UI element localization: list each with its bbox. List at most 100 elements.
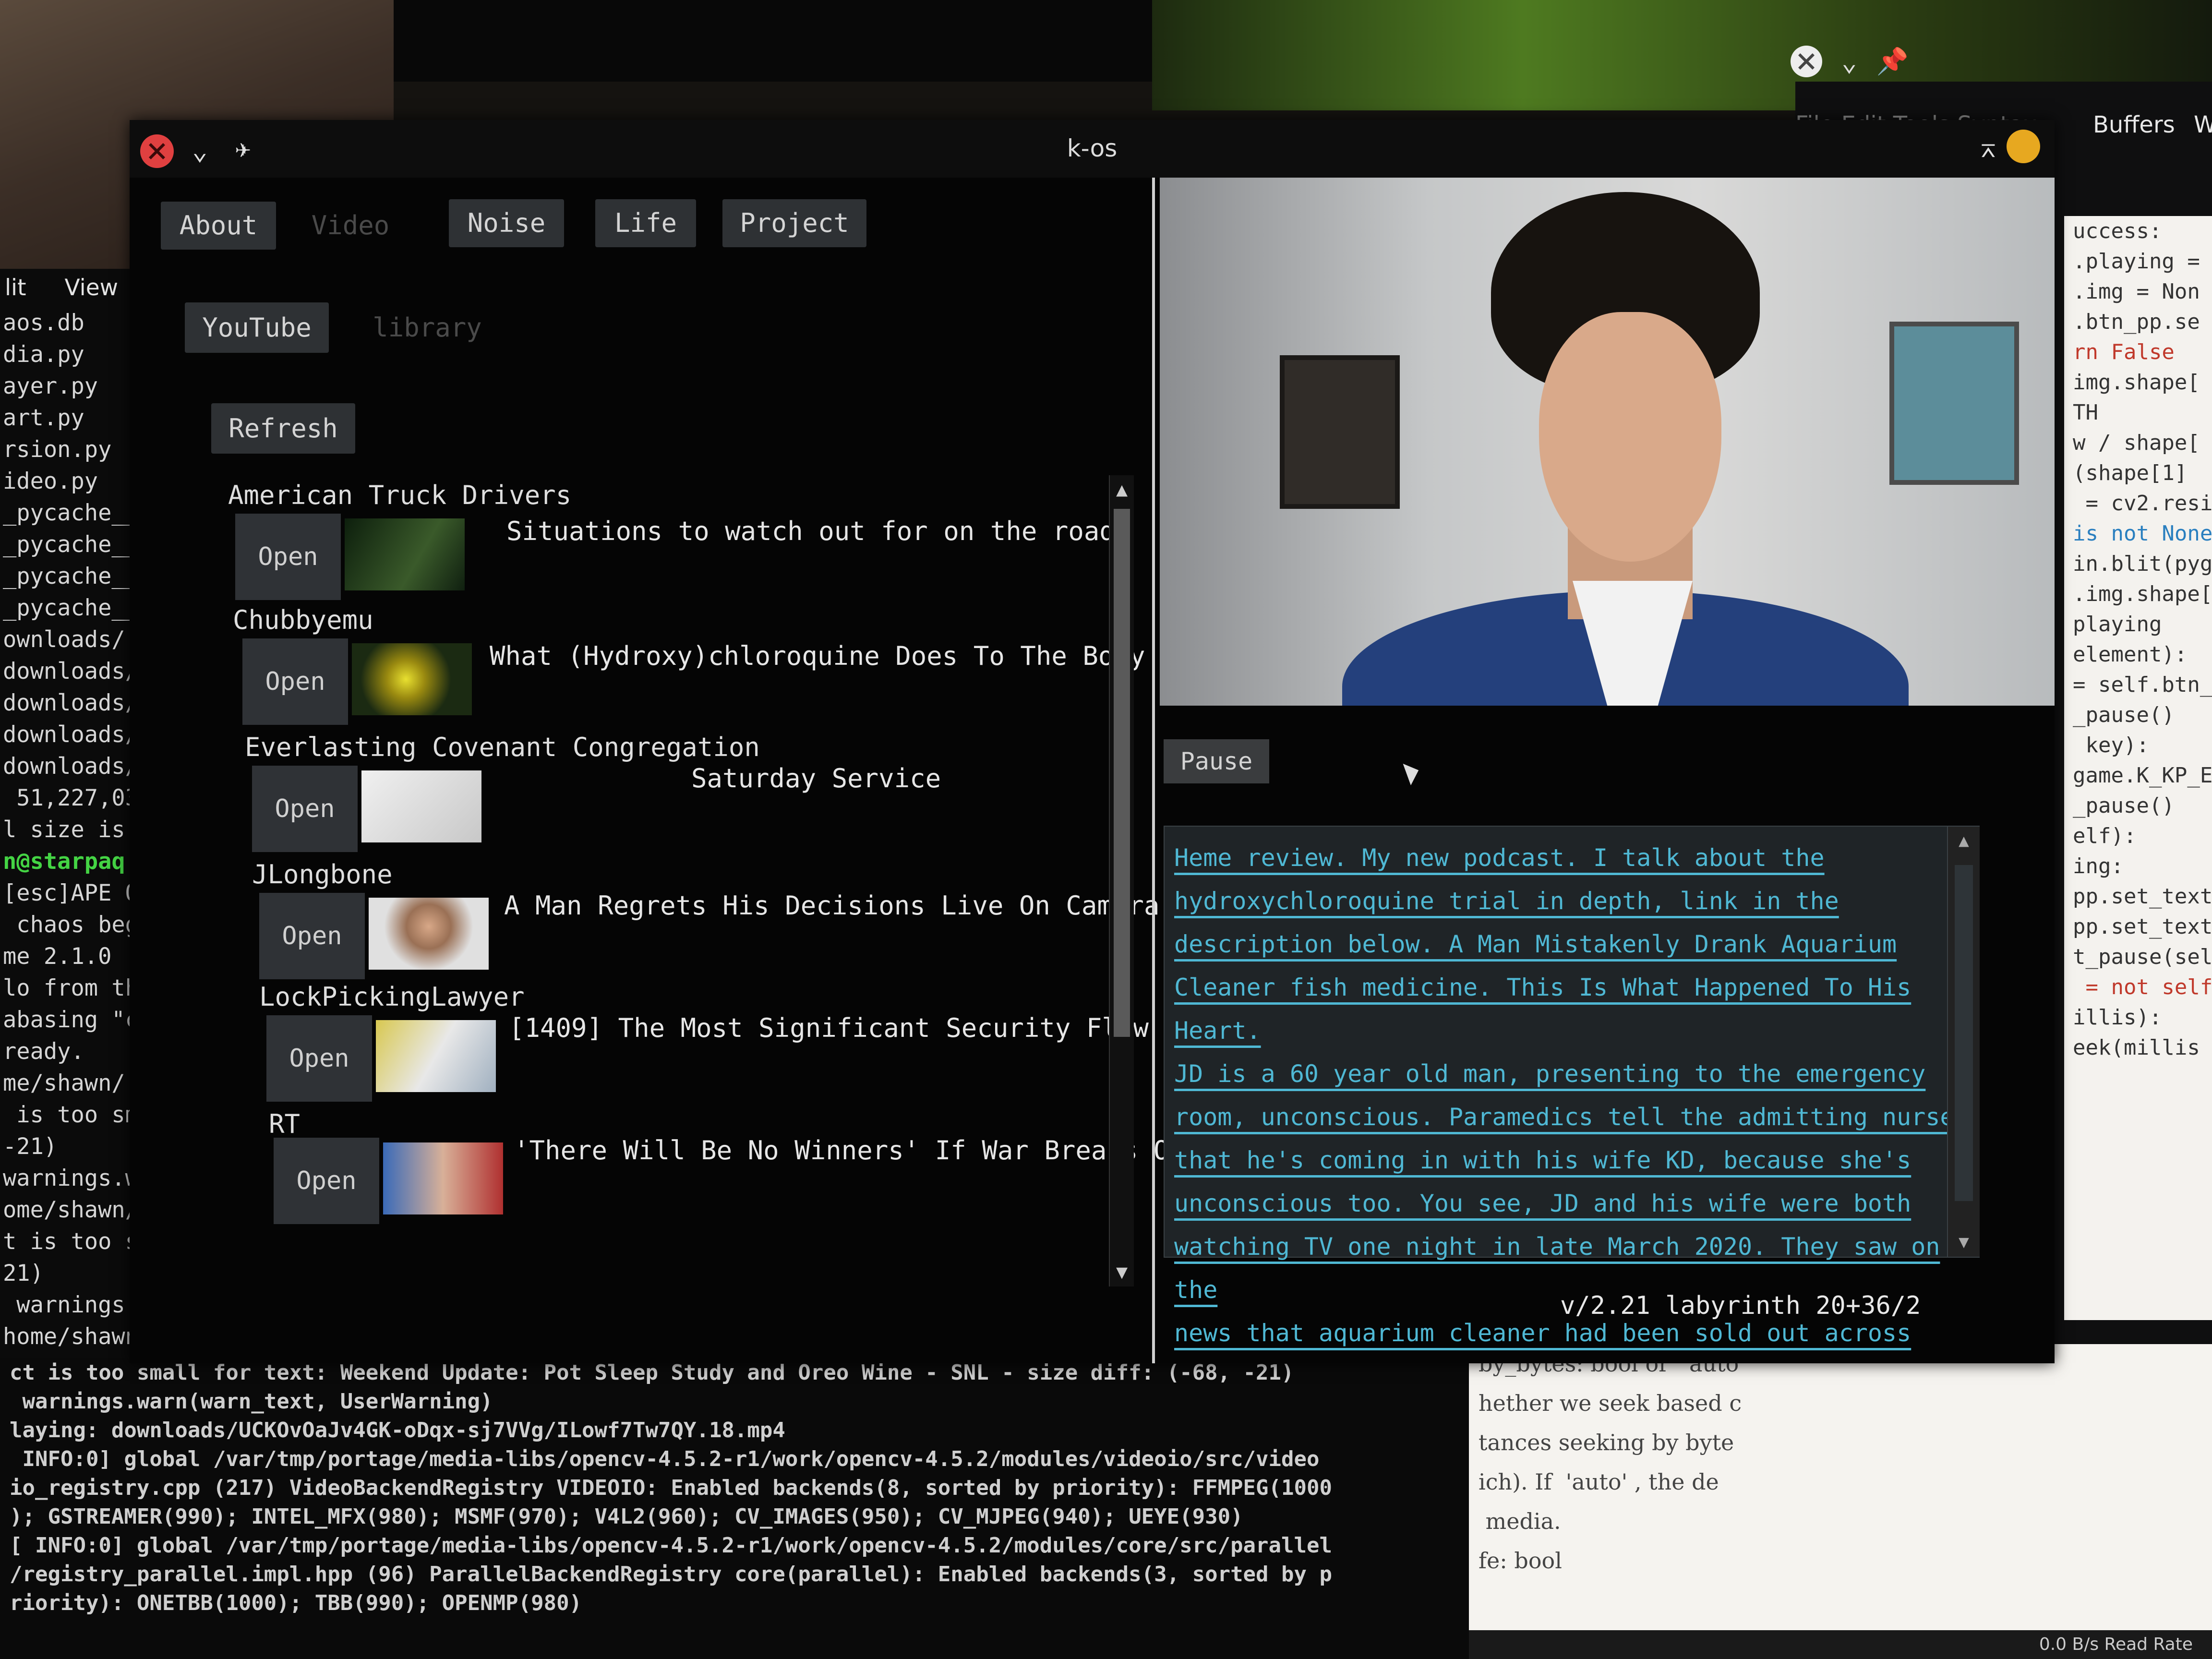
bottom-terminal[interactable]: ct is too small for text: Weekend Update… [0, 1358, 1469, 1659]
channel-name: Chubbyemu [233, 605, 373, 635]
doc-line: media. [1479, 1508, 1561, 1534]
scroll-down-arrow-icon[interactable]: ▼ [1948, 1228, 1980, 1257]
code-line: img.shape[ [2073, 370, 2200, 395]
video-thumbnail[interactable] [383, 1142, 503, 1214]
video-title: 'There Will Be No Winners' If War Breaks… [514, 1135, 1169, 1166]
editor-menu-buffers[interactable]: Buffers [2093, 106, 2175, 144]
doc-line: fe: bool [1479, 1548, 1562, 1574]
tab-life[interactable]: Life [595, 199, 696, 247]
code-line: element): [2073, 642, 2188, 667]
app-icon [2007, 130, 2040, 163]
open-button[interactable]: Open [259, 893, 365, 979]
pane-divider[interactable] [1152, 178, 1155, 1363]
editor-statusbar: 0.0 B/s Read Rate [1469, 1630, 2212, 1659]
code-line: = self.btn_p [2073, 673, 2212, 697]
video-title: Saturday Service [691, 763, 941, 793]
channel-name: RT [269, 1109, 301, 1139]
tab-video[interactable]: Video [302, 202, 398, 250]
code-line: .btn_pp.se [2073, 310, 2200, 334]
pause-button[interactable]: Pause [1164, 739, 1269, 783]
video-title: Situations to watch out for on the road [506, 516, 1115, 546]
chevron-down-icon[interactable]: ⌄ [1841, 47, 1857, 77]
description-scrollbar-thumb[interactable] [1955, 865, 1973, 1201]
code-line: = cv2.resi [2073, 491, 2212, 516]
code-line: rn False [2073, 340, 2175, 364]
code-line: key): [2073, 733, 2149, 757]
channel-name: Everlasting Covenant Congregation [245, 732, 760, 762]
documentation-text: by_bytes: bool or 'auto' hether we seek b… [1469, 1344, 2212, 1580]
documentation-pane: by_bytes: bool or 'auto' hether we seek b… [1469, 1344, 2212, 1659]
description-line: unconscious too. You see, JD and his wif… [1174, 1190, 1911, 1217]
tab-about[interactable]: About [161, 202, 276, 250]
code-line: illis): [2073, 1005, 2162, 1030]
video-thumbnail[interactable] [345, 518, 465, 590]
code-line: _pause() [2073, 703, 2175, 727]
description-line: hydroxychloroquine trial in depth, link … [1174, 887, 1839, 915]
open-button[interactable]: Open [242, 638, 348, 725]
tab-library[interactable]: library [355, 302, 499, 353]
code-line: playing [2073, 612, 2162, 637]
description-scrollbar[interactable]: ▲ ▼ [1947, 827, 1980, 1257]
terminal-line: laying: downloads/UCKOvOaJv4GK-oDqx-sj7V… [10, 1418, 785, 1443]
description-line: description below. A Man Mistakenly Dran… [1174, 930, 1897, 958]
open-button[interactable]: Open [252, 766, 358, 852]
wall-painting [1889, 322, 2019, 485]
description-text: Heme review. My new podcast. I talk abou… [1174, 836, 1969, 1355]
pin-icon[interactable]: 📌 [1876, 46, 1909, 77]
code-line: = not self.pl [2085, 975, 2212, 999]
editor-menu-window[interactable]: W [2194, 106, 2212, 144]
terminal-line: io_registry.cpp (217) VideoBackendRegist… [10, 1476, 1332, 1500]
open-button[interactable]: Open [235, 514, 341, 600]
video-thumbnail[interactable] [376, 1020, 496, 1092]
tab-youtube[interactable]: YouTube [185, 302, 329, 353]
video-thumbnail[interactable] [361, 770, 481, 842]
code-line: .img = Non [2073, 279, 2200, 304]
channel-name: LockPickingLawyer [259, 982, 525, 1012]
tab-project[interactable]: Project [722, 199, 866, 247]
refresh-button[interactable]: Refresh [211, 403, 355, 454]
video-title: What (Hydroxy)chloroquine Does To The Bo… [490, 641, 1145, 671]
scroll-up-arrow-icon[interactable]: ▲ [1948, 827, 1980, 855]
code-line: pp.set_text( [2073, 884, 2212, 909]
description-line: JD is a 60 year old man, presenting to t… [1174, 1060, 1926, 1088]
maximize-icon[interactable]: ⌅ [1980, 131, 1997, 164]
scroll-down-arrow-icon[interactable]: ▼ [1110, 1258, 1134, 1286]
terminal-line: [ INFO:0] global /var/tmp/portage/media-… [10, 1533, 1332, 1558]
code-line: ing: [2073, 854, 2124, 878]
video-thumbnail[interactable] [369, 898, 489, 970]
description-line: Heme review. My new podcast. I talk abou… [1174, 844, 1825, 872]
code-line: in.blit(pyg [2073, 552, 2212, 576]
open-button[interactable]: Open [266, 1015, 372, 1102]
bottom-terminal-output: ct is too small for text: Weekend Update… [0, 1358, 1469, 1618]
code-line: pp.set_text( [2073, 914, 2212, 939]
terminal-line: INFO:0] global /var/tmp/portage/media-li… [10, 1447, 1320, 1471]
code-line: is not None [2073, 521, 2212, 546]
scroll-up-arrow-icon[interactable]: ▲ [1110, 475, 1134, 504]
terminal-line: ); GSTREAMER(990); INTEL_MFX(980); MSMF(… [10, 1504, 1243, 1529]
menu-edit[interactable]: lit [5, 269, 26, 307]
list-scrollbar[interactable]: ▲ ▼ [1109, 475, 1134, 1286]
code-line: (shape[1] [2073, 461, 2188, 485]
menu-view[interactable]: View [65, 269, 119, 307]
terminal-line: /registry_parallel.impl.hpp (96) Paralle… [10, 1562, 1332, 1587]
video-thumbnail[interactable] [352, 643, 472, 715]
background-top-strip [394, 0, 1152, 82]
k-os-window: ⌄ ✈ k-os ⌅ About Video Noise Life Projec… [130, 120, 2055, 1363]
open-button[interactable]: Open [274, 1138, 379, 1224]
channel-name: JLongbone [252, 859, 393, 890]
code-line: _pause() [2073, 793, 2175, 818]
video-description[interactable]: Heme review. My new podcast. I talk abou… [1164, 826, 1980, 1347]
description-line: room, unconscious. Paramedics tell the a… [1174, 1103, 1969, 1131]
description-line: that he's coming in with his wife KD, be… [1174, 1146, 1911, 1174]
video-frame[interactable] [1160, 178, 2055, 706]
code-line: eek(millis / 1 [2073, 1035, 2200, 1060]
editor-code-pane[interactable]: uccess: .playing = .img = Non .btn_pp.se rn … [2064, 216, 2212, 1320]
code-line: .playing = [2073, 249, 2200, 274]
list-scrollbar-thumb[interactable] [1114, 509, 1130, 1037]
doc-line: ich). If 'auto' , the de [1479, 1469, 1719, 1495]
code-line: elf): [2073, 824, 2137, 848]
close-icon[interactable] [1791, 46, 1822, 77]
doc-line: hether we seek based c [1479, 1390, 1742, 1416]
tab-noise[interactable]: Noise [449, 199, 564, 247]
code-line: .img.shape[ [2073, 582, 2212, 606]
